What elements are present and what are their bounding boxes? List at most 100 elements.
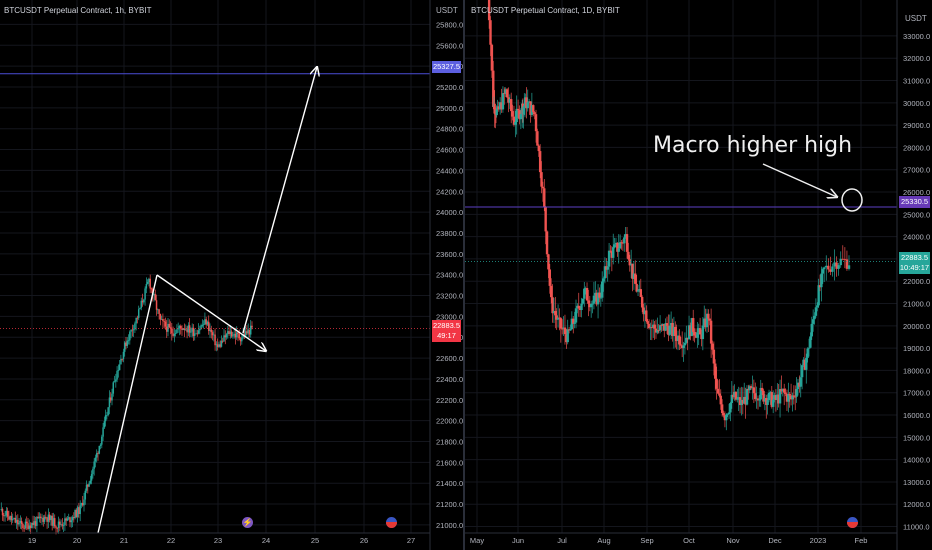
candle-body bbox=[129, 331, 131, 341]
left-countdown: 49:17 bbox=[437, 331, 456, 340]
candle-body bbox=[640, 296, 644, 308]
candle-body bbox=[107, 407, 109, 416]
candle-body bbox=[841, 258, 844, 260]
y-tick-label: 18000.0 bbox=[903, 366, 930, 375]
candle-body bbox=[89, 480, 92, 484]
candle-body bbox=[532, 105, 535, 113]
x-tick-label: Jul bbox=[557, 536, 567, 545]
left-chart-svg[interactable]: 21000.0 21200.0 21400.0 21600.0 21800.0 22000… bbox=[0, 0, 463, 550]
candle-body bbox=[625, 234, 629, 252]
y-tick-label: 17000.0 bbox=[903, 389, 930, 398]
y-tick-label: 25200.0 bbox=[436, 83, 463, 92]
candle-body bbox=[766, 400, 769, 405]
right-annotation-layer: Macro higher high bbox=[653, 133, 863, 212]
candle-body bbox=[99, 444, 102, 446]
y-tick-label: 12000.0 bbox=[903, 500, 930, 509]
candle-body bbox=[84, 490, 87, 500]
candle-body bbox=[715, 378, 718, 389]
x-tick-label: 25 bbox=[311, 536, 319, 545]
candle-body bbox=[645, 310, 648, 322]
candle-body bbox=[639, 289, 643, 297]
candle-body bbox=[154, 294, 157, 301]
candle-body bbox=[599, 297, 603, 299]
candle-body bbox=[679, 344, 682, 346]
candle-body bbox=[66, 518, 69, 521]
candle-body bbox=[811, 319, 815, 324]
candle-body bbox=[591, 303, 594, 305]
candle-body bbox=[606, 266, 609, 270]
candle-body bbox=[561, 328, 564, 330]
candle-body bbox=[514, 122, 517, 125]
candle-body bbox=[113, 381, 116, 383]
y-tick-label: 28000.0 bbox=[903, 143, 930, 152]
candle-body bbox=[62, 524, 65, 526]
x-tick-label: 21 bbox=[120, 536, 128, 545]
left-flag-icon[interactable] bbox=[386, 517, 397, 528]
candle-body bbox=[845, 259, 849, 269]
right-chart-pane[interactable]: Macro higher high 11000.0 12000.0 13000.0 1… bbox=[465, 0, 932, 550]
left-y-axis[interactable]: 21000.0 21200.0 21400.0 21600.0 21800.0 22000… bbox=[429, 0, 463, 550]
left-lightning-icon[interactable]: ⚡ bbox=[242, 517, 253, 528]
candle-body bbox=[214, 334, 216, 346]
candle-body bbox=[566, 329, 569, 343]
y-tick-label: 11000.0 bbox=[903, 523, 930, 532]
candle-body bbox=[623, 237, 626, 244]
candle-body bbox=[592, 295, 596, 304]
x-tick-label: 19 bbox=[28, 536, 36, 545]
candle-body bbox=[833, 262, 836, 267]
candle-body bbox=[232, 335, 234, 337]
x-tick-label: 2023 bbox=[810, 536, 827, 545]
candle-body bbox=[98, 445, 101, 454]
candle-body bbox=[719, 395, 722, 405]
candle-body bbox=[607, 250, 611, 267]
y-tick-label: 21400.0 bbox=[436, 479, 463, 488]
right-y-axis[interactable]: 11000.0 12000.0 13000.0 14000.0 15000.0 16000… bbox=[896, 0, 930, 550]
candle-body bbox=[501, 93, 505, 110]
candle-body bbox=[822, 267, 826, 270]
candle-body bbox=[771, 399, 775, 407]
y-tick-label: 31000.0 bbox=[903, 77, 930, 86]
projection-arrow-line bbox=[242, 67, 317, 334]
y-tick-label: 24200.0 bbox=[436, 187, 463, 196]
candle-body bbox=[173, 333, 176, 336]
chart-layout: 21000.0 21200.0 21400.0 21600.0 21800.0 22000… bbox=[0, 0, 932, 550]
candle-body bbox=[94, 457, 97, 462]
right-flag-icon[interactable] bbox=[847, 517, 858, 528]
candle-body bbox=[698, 328, 702, 335]
candle-body bbox=[609, 250, 612, 252]
candle-body bbox=[241, 337, 243, 342]
candle-body bbox=[707, 313, 710, 319]
candle-body bbox=[155, 300, 158, 310]
y-tick-label: 14000.0 bbox=[903, 456, 930, 465]
candle-body bbox=[70, 520, 73, 523]
candle-body bbox=[126, 340, 129, 346]
y-tick-label: 24000.0 bbox=[903, 233, 930, 242]
x-tick-label: 26 bbox=[360, 536, 368, 545]
y-tick-label: 23600.0 bbox=[436, 250, 463, 259]
left-x-axis[interactable]: 19 20 21 22 23 24 25 26 27 bbox=[0, 532, 430, 545]
y-tick-label: 25000.0 bbox=[436, 104, 463, 113]
candle-body bbox=[538, 151, 542, 173]
candle-body bbox=[800, 365, 804, 378]
candle-body bbox=[534, 114, 538, 132]
candle-body bbox=[540, 172, 543, 187]
candle-body bbox=[136, 317, 139, 319]
candle-body bbox=[197, 330, 200, 334]
right-chart-svg[interactable]: Macro higher high 11000.012000.013000.01… bbox=[465, 0, 932, 550]
candle-body bbox=[617, 248, 620, 252]
candle-body bbox=[792, 395, 796, 397]
candle-body bbox=[116, 370, 118, 380]
candle-body bbox=[137, 309, 140, 318]
candle-body bbox=[490, 44, 494, 71]
left-chart-pane[interactable]: 21000.0 21200.0 21400.0 21600.0 21800.0 22000… bbox=[0, 0, 463, 550]
right-x-axis[interactable]: May Jun Jul Aug Sep Oct Nov Dec 2023 Feb bbox=[465, 532, 897, 545]
y-tick-label: 25600.0 bbox=[436, 41, 463, 50]
candle-body bbox=[220, 340, 223, 347]
right-countdown: 10:49:17 bbox=[899, 263, 930, 272]
y-tick-label: 23400.0 bbox=[436, 271, 463, 280]
y-tick-label: 22400.0 bbox=[436, 375, 463, 384]
candle-body bbox=[516, 108, 520, 111]
candle-body bbox=[712, 349, 716, 364]
candle-body bbox=[660, 325, 663, 326]
y-tick-label: 27000.0 bbox=[903, 166, 930, 175]
